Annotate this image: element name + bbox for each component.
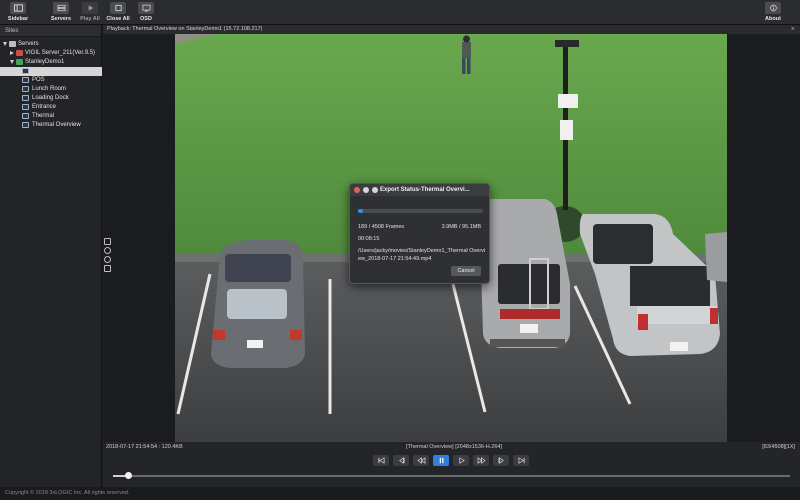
chevron-down-icon[interactable] (10, 60, 14, 64)
tree-item-site[interactable]: StanleyDemo1 (0, 58, 102, 67)
copyright-text: Copyright © 2018 3xLOGIC Inc. All rights… (5, 490, 130, 496)
playback-title-bar: Playback: Thermal Overview on StanleyDem… (103, 25, 800, 34)
go-to-start-button[interactable] (373, 455, 389, 466)
tree-label-camera: Thermal Overview (32, 122, 81, 128)
cancel-button[interactable]: Cancel (451, 266, 481, 276)
zoom-icon[interactable] (104, 247, 111, 254)
step-back-button[interactable] (393, 455, 409, 466)
skip-end-icon (518, 457, 525, 464)
tree-label-camera: Loading Dock (32, 95, 69, 101)
close-dot-icon[interactable] (354, 187, 360, 193)
site-icon (16, 59, 23, 65)
sidebar-button[interactable]: Sidebar (0, 2, 36, 24)
tree-label-camera: Thermal (32, 113, 55, 119)
tree-label-camera: Lunch Room (32, 86, 67, 92)
server-icon (16, 50, 23, 56)
timeline-scrubber[interactable] (113, 472, 790, 479)
timeline-handle[interactable] (124, 472, 132, 479)
tree-label-camera: POS (32, 77, 45, 83)
frame-rate-status: [83/4508][1X] (762, 444, 795, 450)
sidebar-icon (10, 2, 26, 14)
toolbar: Sidebar Servers Play All Close All OSD A… (0, 0, 800, 25)
sidebar-header: Sites (0, 25, 101, 37)
settings-icon[interactable] (104, 265, 111, 272)
play-icon (458, 457, 465, 464)
tree-label-camera: Entrance (32, 104, 57, 110)
about-button[interactable]: About (755, 2, 791, 24)
camera-icon (22, 95, 29, 101)
playback-title: Playback: Thermal Overview on StanleyDem… (107, 26, 263, 32)
info-icon (765, 2, 781, 14)
fast-forward-button[interactable] (473, 455, 489, 466)
sidebar: Sites Servers VIGIL Server_211(Ver.9.5) … (0, 25, 102, 487)
zoom-dot-icon[interactable] (372, 187, 378, 193)
chevron-right-icon[interactable] (10, 51, 14, 55)
camera-icon (22, 104, 29, 110)
camera-icon (22, 122, 29, 128)
playback-controls: 2018-07-17 21:54:54 : 120.4KB [Thermal O… (103, 442, 800, 487)
snapshot-icon[interactable] (104, 238, 111, 245)
tree-label-server: VIGIL Server_211(Ver.9.5) (25, 50, 96, 56)
tree-item-camera-selected[interactable] (0, 67, 102, 76)
tree-item-camera[interactable]: Lunch Room (0, 85, 102, 94)
tree-item-camera[interactable]: POS (0, 76, 102, 85)
chevron-down-icon[interactable] (3, 42, 7, 46)
play-button[interactable] (453, 455, 469, 466)
servers-icon (9, 41, 16, 47)
step-forward-icon (498, 457, 504, 464)
close-icon[interactable]: × (791, 25, 795, 34)
go-to-end-button[interactable] (513, 455, 529, 466)
about-button-label: About (765, 16, 781, 22)
tree-item-server[interactable]: VIGIL Server_211(Ver.9.5) (0, 49, 102, 58)
tree-item-camera[interactable]: Thermal Overview (0, 121, 102, 130)
tree-item-servers[interactable]: Servers (0, 40, 102, 49)
close-all-icon (110, 2, 126, 14)
skip-start-icon (377, 457, 384, 464)
pause-button[interactable] (433, 455, 449, 466)
tree-item-camera[interactable]: Loading Dock (0, 94, 102, 103)
search-icon[interactable] (104, 256, 111, 263)
rewind-icon (416, 457, 425, 464)
dialog-titlebar: Export Status-Thermal Overvi... (350, 184, 489, 196)
tree-item-camera[interactable]: Thermal (0, 112, 102, 121)
step-back-icon (398, 457, 404, 464)
step-forward-button[interactable] (493, 455, 509, 466)
export-size: 3.9MB / 95.1MB (441, 224, 481, 230)
export-file-path: /Users/jacky/movies/StanleyDemo1_Thermal… (358, 248, 486, 262)
status-bar: Copyright © 2018 3xLOGIC Inc. All rights… (0, 487, 800, 500)
tree-label-servers: Servers (18, 41, 39, 47)
export-progress-bar (358, 209, 483, 213)
camera-icon (22, 77, 29, 83)
play-icon (82, 2, 98, 14)
sidebar-button-label: Sidebar (7, 16, 29, 22)
servers-button-label: Servers (50, 16, 72, 22)
servers-icon (53, 2, 69, 14)
minimize-dot-icon[interactable] (363, 187, 369, 193)
timestamp-status: 2018-07-17 21:54:54 : 120.4KB (106, 444, 183, 450)
elapsed-time: 00:08:15 (358, 236, 380, 242)
rewind-button[interactable] (413, 455, 429, 466)
stream-info: [Thermal Overview] [2048x1536-H.264] (406, 444, 502, 450)
osd-button-label: OSD (140, 16, 152, 22)
camera-icon (22, 86, 29, 92)
osd-button[interactable]: OSD (128, 2, 164, 24)
fast-forward-icon (477, 457, 486, 464)
pause-icon (439, 457, 443, 464)
frames-count: 189 / 4508 Frames (358, 224, 405, 230)
close-all-button-label: Close All (106, 16, 130, 22)
video-side-tools (104, 238, 112, 274)
dialog-title: Export Status-Thermal Overvi... (380, 187, 470, 193)
camera-icon (22, 68, 29, 74)
play-all-button-label: Play All (80, 16, 100, 22)
camera-icon (22, 113, 29, 119)
export-progress-fill (358, 209, 364, 213)
tree-label-site: StanleyDemo1 (25, 59, 65, 65)
osd-icon (138, 2, 154, 14)
export-status-dialog: Export Status-Thermal Overvi... 189 / 45… (349, 183, 490, 284)
tree-item-camera[interactable]: Entrance (0, 103, 102, 112)
